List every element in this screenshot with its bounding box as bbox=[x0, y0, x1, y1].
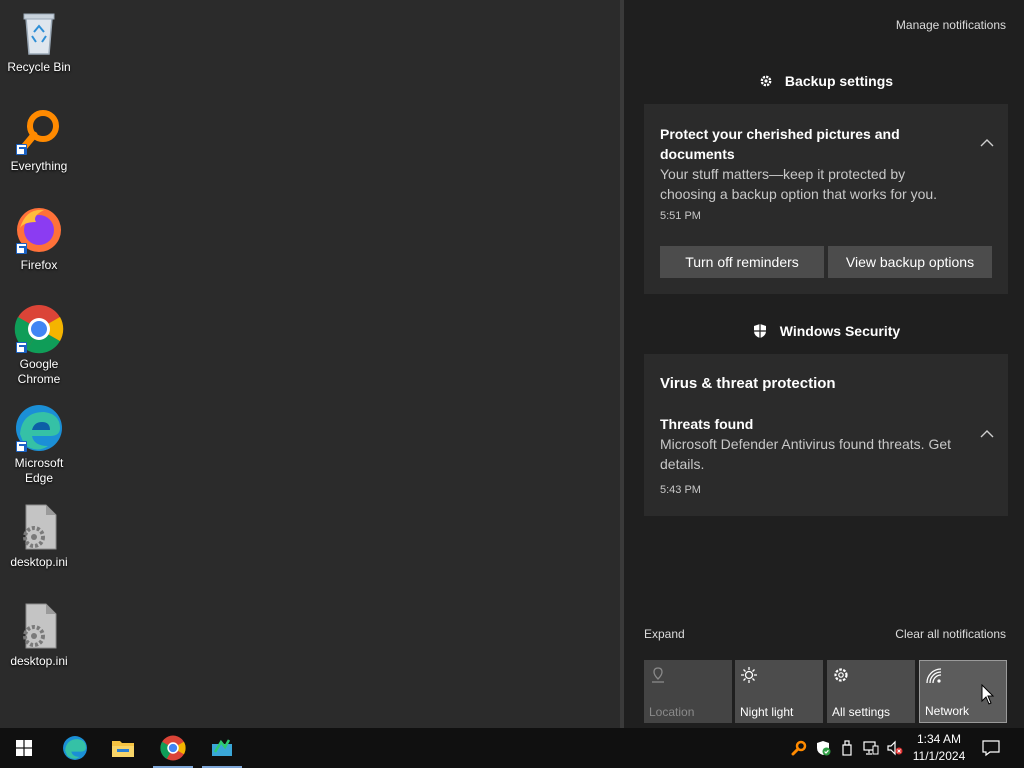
gear-icon bbox=[834, 668, 848, 682]
file-explorer-icon bbox=[112, 741, 134, 757]
chevron-up-icon[interactable] bbox=[980, 136, 994, 150]
shortcut-arrow-icon bbox=[16, 441, 27, 452]
desktop-icon-desktop-ini[interactable]: desktop.ini bbox=[2, 602, 76, 669]
desktop-icon-google-chrome[interactable]: Google Chrome bbox=[2, 305, 76, 387]
clear-all-notifications-link[interactable]: Clear all notifications bbox=[895, 627, 1006, 641]
quick-action-location[interactable]: Location bbox=[644, 660, 732, 723]
group-title: Backup settings bbox=[784, 73, 894, 89]
notification-group-header-backup[interactable]: Backup settings bbox=[644, 73, 1008, 89]
settings-file-icon bbox=[14, 602, 64, 652]
mouse-cursor-icon bbox=[981, 684, 995, 705]
night-light-icon bbox=[741, 667, 757, 683]
quick-action-label: Night light bbox=[740, 705, 794, 719]
view-backup-options-button[interactable]: View backup options bbox=[828, 246, 992, 278]
clock-time: 1:34 AM bbox=[916, 732, 962, 746]
desktop-icon-label: Microsoft Edge bbox=[14, 456, 64, 485]
quick-action-label: Network bbox=[925, 704, 970, 718]
notification-card-security[interactable]: Virus & threat protection Threats found … bbox=[644, 354, 1008, 516]
notification-group-header-security[interactable]: Windows Security bbox=[644, 323, 1008, 339]
network-wired-icon[interactable] bbox=[863, 740, 879, 756]
expand-link[interactable]: Expand bbox=[644, 627, 685, 641]
desktop-icon-label: Google Chrome bbox=[17, 357, 61, 386]
notification-time: 5:43 PM bbox=[660, 484, 701, 496]
edge-icon bbox=[63, 736, 87, 760]
desktop-icon-label: desktop.ini bbox=[10, 555, 68, 569]
start-button[interactable] bbox=[0, 728, 48, 768]
quick-action-label: All settings bbox=[832, 705, 891, 719]
gear-icon bbox=[760, 75, 772, 87]
desktop-icon-label: Recycle Bin bbox=[7, 60, 71, 74]
chevron-up-icon[interactable] bbox=[980, 427, 994, 441]
shortcut-arrow-icon bbox=[16, 144, 27, 155]
volume-muted-icon[interactable] bbox=[887, 740, 903, 756]
shortcut-arrow-icon bbox=[16, 342, 27, 353]
shortcut-arrow-icon bbox=[16, 243, 27, 254]
turn-off-reminders-button[interactable]: Turn off reminders bbox=[660, 246, 824, 278]
shield-icon bbox=[753, 324, 766, 338]
taskbar-file-explorer[interactable] bbox=[99, 728, 147, 768]
notification-icon bbox=[982, 740, 1000, 757]
notification-time: 5:51 PM bbox=[660, 210, 701, 222]
windows-security-icon[interactable] bbox=[815, 740, 831, 756]
manage-notifications-link[interactable]: Manage notifications bbox=[896, 18, 1006, 32]
notification-body: Microsoft Defender Antivirus found threa… bbox=[660, 436, 952, 472]
quick-action-all-settings[interactable]: All settings bbox=[827, 660, 915, 723]
recycle-bin-icon bbox=[14, 8, 64, 58]
notification-body: Your stuff matters—keep it protected by … bbox=[660, 166, 938, 202]
settings-file-icon bbox=[14, 503, 64, 553]
taskbar-chrome[interactable] bbox=[149, 728, 197, 768]
chrome-icon bbox=[160, 735, 186, 761]
group-title: Windows Security bbox=[779, 323, 901, 339]
desktop-icon-microsoft-edge[interactable]: Microsoft Edge bbox=[2, 404, 76, 486]
notification-header: Virus & threat protection bbox=[660, 375, 836, 392]
chrome-icon bbox=[14, 305, 64, 355]
desktop-icon-firefox[interactable]: Firefox bbox=[2, 206, 76, 273]
action-center-button[interactable] bbox=[968, 728, 1014, 768]
taskbar-clock[interactable]: 1:34 AM 11/1/2024 bbox=[908, 731, 970, 765]
network-icon bbox=[926, 668, 942, 684]
app-icon bbox=[212, 739, 232, 756]
taskbar: 1:34 AM 11/1/2024 bbox=[0, 728, 1024, 768]
notification-card-backup[interactable]: Protect your cherished pictures and docu… bbox=[644, 104, 1008, 294]
everything-search-icon bbox=[14, 107, 64, 157]
clock-date: 11/1/2024 bbox=[912, 749, 966, 763]
firefox-icon bbox=[14, 206, 64, 256]
notification-title: Threats found bbox=[660, 416, 754, 432]
desktop-icon-label: Everything bbox=[10, 159, 68, 173]
location-icon bbox=[652, 667, 664, 683]
desktop-icon-desktop-ini[interactable]: desktop.ini bbox=[2, 503, 76, 570]
desktop-icon-recycle-bin[interactable]: Recycle Bin bbox=[2, 8, 76, 75]
taskbar-app[interactable] bbox=[198, 728, 246, 768]
desktop-icon-label: Firefox bbox=[20, 258, 58, 272]
notification-title: Protect your cherished pictures and docu… bbox=[660, 126, 900, 162]
edge-icon bbox=[14, 404, 64, 454]
usb-device-icon[interactable] bbox=[839, 740, 855, 756]
action-center: Manage notifications Backup settings Pro… bbox=[624, 0, 1024, 728]
quick-action-night-light[interactable]: Night light bbox=[735, 660, 823, 723]
quick-action-label: Location bbox=[649, 705, 695, 719]
everything-tray-icon[interactable] bbox=[791, 740, 807, 756]
desktop-icon-label: desktop.ini bbox=[10, 654, 68, 668]
desktop: Recycle Bin Everything Firefox Google Ch… bbox=[0, 0, 621, 728]
taskbar-edge[interactable] bbox=[51, 728, 99, 768]
windows-logo-icon bbox=[16, 740, 32, 756]
desktop-icon-everything[interactable]: Everything bbox=[2, 107, 76, 174]
